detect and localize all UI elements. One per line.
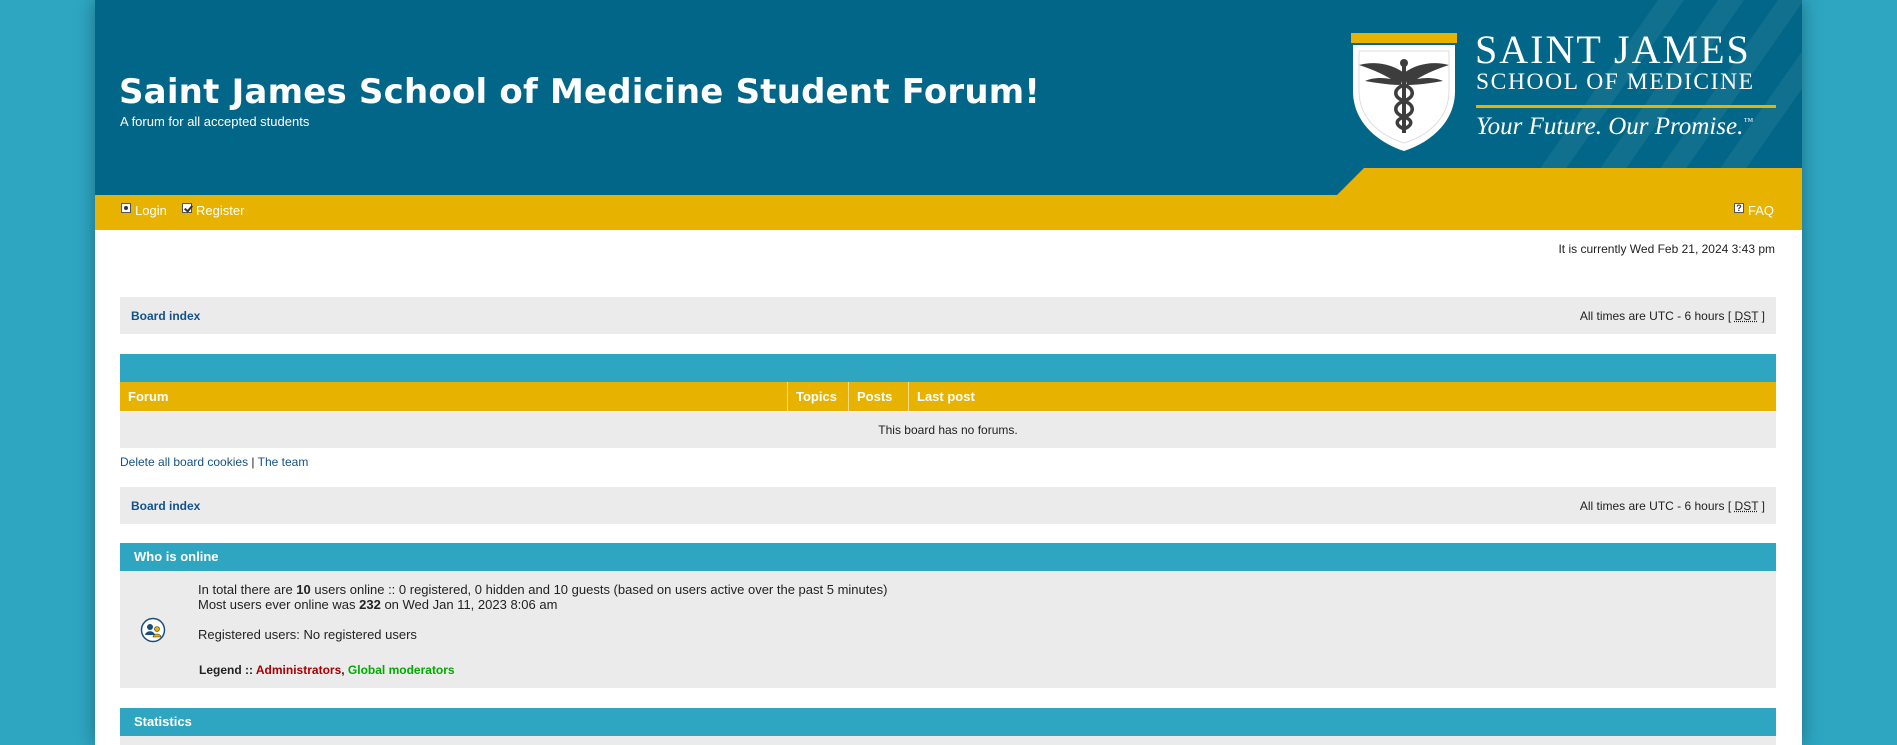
register-link[interactable]: Register [182,202,245,218]
legend-separator: , [341,663,348,677]
who-is-online-title: Who is online [120,543,1776,571]
current-time: It is currently Wed Feb 21, 2024 3:43 pm [1558,242,1775,256]
board-index-link[interactable]: Board index [131,309,200,323]
timezone-suffix: ] [1758,499,1765,513]
dst-abbr: DST [1734,309,1759,323]
max-count: 232 [359,597,381,612]
school-logo[interactable]: SAINT JAMES SCHOOL OF MEDICINE Your Futu… [1351,27,1791,151]
users-online-icon [140,617,166,643]
logo-divider [1476,105,1776,108]
faq-link[interactable]: ? FAQ [1734,202,1775,218]
breadcrumb-bar-bottom: Board index All times are UTC - 6 hours … [120,487,1776,524]
delete-cookies-link[interactable]: Delete all board cookies [120,455,248,469]
logo-school-subtitle: SCHOOL OF MEDICINE [1476,69,1755,95]
total-prefix: In total there are [198,582,297,597]
timezone-prefix: All times are UTC - 6 hours [ [1579,499,1735,513]
legend-global-moderators-link[interactable]: Global moderators [348,663,455,677]
lock-icon [121,202,131,213]
link-separator: | [248,455,258,469]
group-legend: Legend :: Administrators, Global moderat… [199,663,455,677]
max-suffix: on Wed Jan 11, 2023 8:06 am [380,597,558,612]
checkbox-icon [182,202,192,213]
logo-tagline: Your Future. Our Promise.™ [1476,113,1753,141]
statistics-panel [120,736,1776,745]
column-header-last-post: Last post [908,382,1776,411]
column-header-topics: Topics [787,382,848,411]
timezone-info: All times are UTC - 6 hours [ DST ] [1580,499,1765,513]
total-suffix: users online :: 0 registered, 0 hidden a… [310,582,888,597]
caduceus-shield-icon [1351,33,1457,151]
help-icon: ? [1734,202,1744,213]
page-container: Saint James School of Medicine Student F… [95,0,1802,745]
online-max-line: Most users ever online was 232 on Wed Ja… [198,597,887,612]
tagline-text: Your Future. Our Promise. [1476,113,1744,140]
trademark-mark: ™ [1743,116,1754,128]
login-label: Login [135,203,167,218]
empty-forum-message: This board has no forums. [120,412,1776,448]
board-index-link[interactable]: Board index [131,499,200,513]
timezone-suffix: ] [1758,309,1765,323]
legend-label: Legend :: [199,663,256,677]
online-summary: In total there are 10 users online :: 0 … [198,582,887,612]
site-description: A forum for all accepted students [120,114,310,129]
column-header-posts: Posts [848,382,908,411]
login-link[interactable]: Login [121,202,167,218]
faq-label: FAQ [1748,203,1775,218]
forum-table-caption [120,354,1776,382]
column-header-forum: Forum [128,389,169,404]
forum-table-header: Forum Topics Posts Last post [120,382,1776,411]
statistics-title: Statistics [120,708,1776,736]
header-gold-corner [1337,168,1802,195]
legend-administrators-link[interactable]: Administrators [256,663,341,677]
registered-users-line: Registered users: No registered users [198,627,417,642]
site-header: Saint James School of Medicine Student F… [95,0,1802,195]
site-title[interactable]: Saint James School of Medicine Student F… [119,72,1040,112]
team-link[interactable]: The team [258,455,309,469]
max-prefix: Most users ever online was [198,597,360,612]
logo-school-name: SAINT JAMES [1475,27,1751,72]
who-is-online-panel: In total there are 10 users online :: 0 … [120,571,1776,688]
online-total-line: In total there are 10 users online :: 0 … [198,582,887,597]
register-label: Register [196,203,245,218]
breadcrumb-bar-top: Board index All times are UTC - 6 hours … [120,297,1776,334]
dst-abbr: DST [1734,499,1759,513]
board-links: Delete all board cookies | The team [120,455,308,469]
total-count: 10 [296,582,311,597]
timezone-info: All times are UTC - 6 hours [ DST ] [1580,309,1765,323]
timezone-prefix: All times are UTC - 6 hours [ [1579,309,1735,323]
nav-bar: Login Register ? FAQ [95,195,1802,230]
